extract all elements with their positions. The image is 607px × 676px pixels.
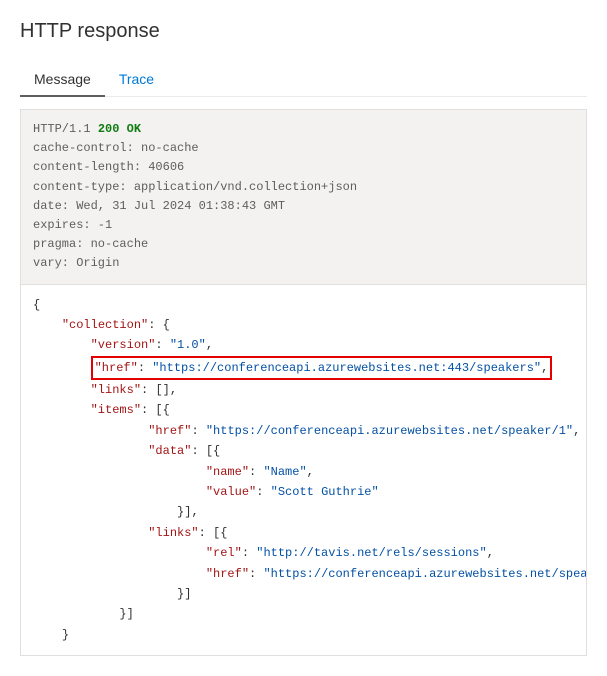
highlight: "href": "https://conferenceapi.azurewebs… <box>91 356 553 380</box>
json-line: "href": "https://conferenceapi.azurewebs… <box>33 421 574 441</box>
json-line: } <box>33 625 574 645</box>
json-line: "value": "Scott Guthrie" <box>33 482 574 502</box>
header-line: content-type: application/vnd.collection… <box>33 180 357 194</box>
header-line: content-length: 40606 <box>33 160 184 174</box>
message-pane: HTTP/1.1 200 OK cache-control: no-cache … <box>20 109 587 656</box>
header-line: pragma: no-cache <box>33 237 148 251</box>
response-headers: HTTP/1.1 200 OK cache-control: no-cache … <box>20 109 587 285</box>
header-line: expires: -1 <box>33 218 112 232</box>
json-line: "data": [{ <box>33 441 574 461</box>
tab-trace[interactable]: Trace <box>105 63 168 97</box>
json-line: "version": "1.0", <box>33 335 574 355</box>
json-line: { <box>33 295 574 315</box>
json-line: "links": [], <box>33 380 574 400</box>
status-code: 200 <box>98 122 120 136</box>
status-protocol: HTTP/1.1 <box>33 122 91 136</box>
tabs: Message Trace <box>20 63 587 97</box>
json-line: }] <box>33 584 574 604</box>
tab-message[interactable]: Message <box>20 63 105 97</box>
json-line: "href": "https://conferenceapi.azurewebs… <box>33 564 574 584</box>
json-line: "collection": { <box>33 315 574 335</box>
page-title: HTTP response <box>20 20 587 43</box>
header-line: cache-control: no-cache <box>33 141 199 155</box>
json-line: }] <box>33 604 574 624</box>
json-line: "name": "Name", <box>33 462 574 482</box>
json-line: "links": [{ <box>33 523 574 543</box>
header-line: vary: Origin <box>33 256 119 270</box>
header-line: date: Wed, 31 Jul 2024 01:38:43 GMT <box>33 199 285 213</box>
status-text: OK <box>127 122 141 136</box>
json-line: "href": "https://conferenceapi.azurewebs… <box>33 356 574 380</box>
response-body: { "collection": { "version": "1.0", "hre… <box>20 285 587 657</box>
json-line: "rel": "http://tavis.net/rels/sessions", <box>33 543 574 563</box>
json-line: "items": [{ <box>33 400 574 420</box>
